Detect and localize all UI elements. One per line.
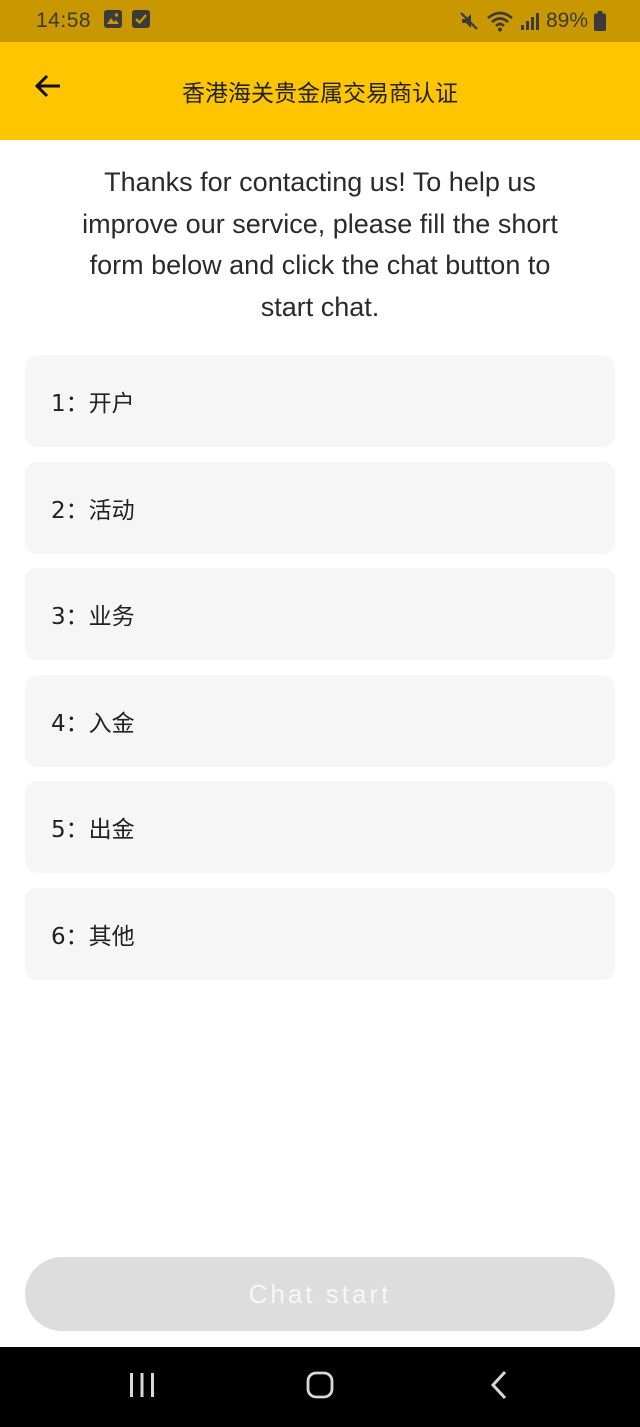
recents-icon xyxy=(127,1371,157,1403)
status-time: 14:58 xyxy=(36,9,92,32)
wifi-icon xyxy=(486,10,514,32)
option-item-open-account[interactable]: 1：开户 xyxy=(25,355,615,447)
gallery-icon xyxy=(103,9,123,34)
system-nav-bar xyxy=(0,1347,640,1427)
option-item-deposit[interactable]: 4：入金 xyxy=(25,674,615,767)
page-title: 香港海关贵金属交易商认证 xyxy=(182,81,458,107)
home-icon xyxy=(305,1370,335,1404)
screen: 14:58 89% 香港海关贵金属交易商认证 Thanks for contac… xyxy=(0,0,640,1427)
option-list: 1：开户 2：活动 3：业务 4：入金 5：出金 6：其他 xyxy=(25,355,615,994)
status-bar: 14:58 89% xyxy=(0,0,640,42)
intro-text: Thanks for contacting us! To help us imp… xyxy=(82,167,558,322)
recents-button[interactable] xyxy=(120,1367,164,1407)
signal-icon xyxy=(520,11,540,31)
chevron-left-icon xyxy=(488,1370,512,1404)
back-button[interactable] xyxy=(28,68,68,108)
status-right: 89% xyxy=(458,9,606,33)
battery-icon xyxy=(594,11,606,31)
chat-start-button[interactable]: Chat start xyxy=(25,1257,615,1331)
notification-icons xyxy=(103,9,151,34)
app-bar: 香港海关贵金属交易商认证 xyxy=(0,42,640,140)
checkbox-notification-icon xyxy=(131,9,151,34)
option-item-business[interactable]: 3：业务 xyxy=(25,568,615,660)
mute-icon xyxy=(458,10,480,32)
arrow-left-icon xyxy=(33,71,63,105)
option-item-activity[interactable]: 2：活动 xyxy=(25,461,615,554)
nav-back-button[interactable] xyxy=(478,1367,522,1407)
option-item-withdrawal[interactable]: 5：出金 xyxy=(25,781,615,873)
home-button[interactable] xyxy=(298,1367,342,1407)
battery-percent: 89% xyxy=(545,9,588,32)
option-item-other[interactable]: 6：其他 xyxy=(25,887,615,980)
